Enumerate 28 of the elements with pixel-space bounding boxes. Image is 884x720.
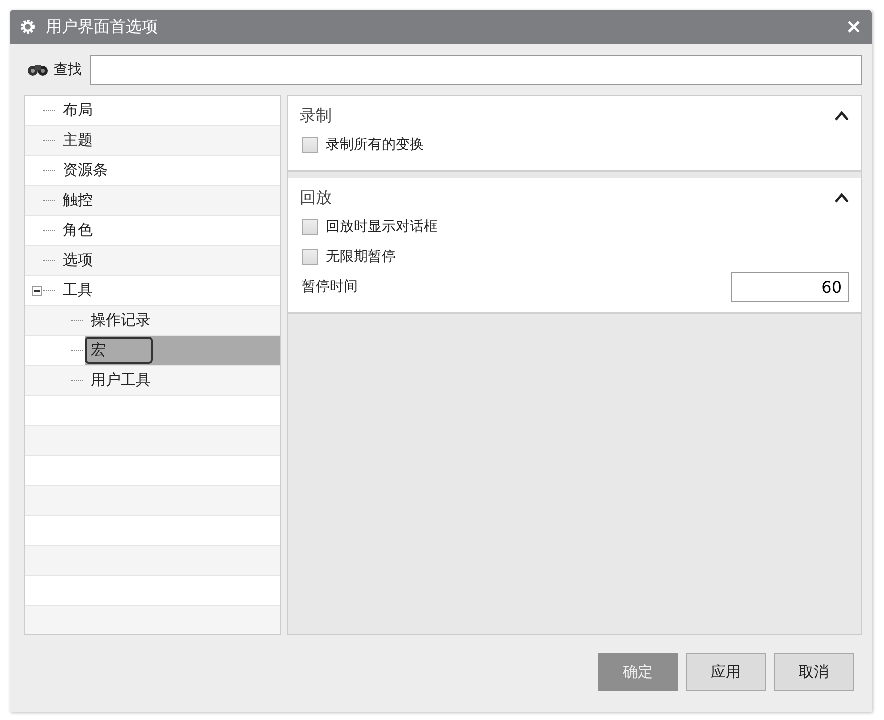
checkbox[interactable] — [302, 249, 318, 265]
checkbox[interactable] — [302, 137, 318, 153]
dialog-button[interactable]: 应用 — [686, 653, 766, 691]
field-label: 暂停时间 — [302, 278, 359, 296]
search-label: 查找 — [54, 61, 82, 79]
tree-item[interactable]: 触控 — [57, 187, 99, 214]
section-title: 录制 — [300, 106, 332, 126]
collapse-icon[interactable] — [32, 286, 42, 296]
checkbox[interactable] — [302, 219, 318, 235]
section-title: 回放 — [300, 188, 332, 208]
caret-icon[interactable] — [835, 193, 849, 203]
dialog-button[interactable]: 取消 — [774, 653, 854, 691]
tree-item[interactable]: 角色 — [57, 217, 99, 244]
tree-item[interactable]: 宏 — [85, 337, 153, 364]
binoculars-icon — [26, 62, 50, 78]
tree-item[interactable]: 资源条 — [57, 157, 114, 184]
caret-icon[interactable] — [835, 111, 849, 121]
tree-item[interactable]: 选项 — [57, 247, 99, 274]
search-field[interactable] — [90, 55, 862, 85]
checkbox-label: 录制所有的变换 — [326, 136, 424, 154]
tree-item[interactable]: 布局 — [57, 97, 99, 124]
window-title: 用户界面首选项 — [46, 16, 159, 38]
tree-item[interactable]: 主题 — [57, 127, 99, 154]
tree-item[interactable]: 工具 — [57, 277, 99, 304]
checkbox-label: 无限期暂停 — [326, 248, 396, 266]
checkbox-label: 回放时显示对话框 — [326, 218, 438, 236]
number-field[interactable]: 60 — [731, 272, 849, 302]
settings-icon — [20, 19, 36, 35]
